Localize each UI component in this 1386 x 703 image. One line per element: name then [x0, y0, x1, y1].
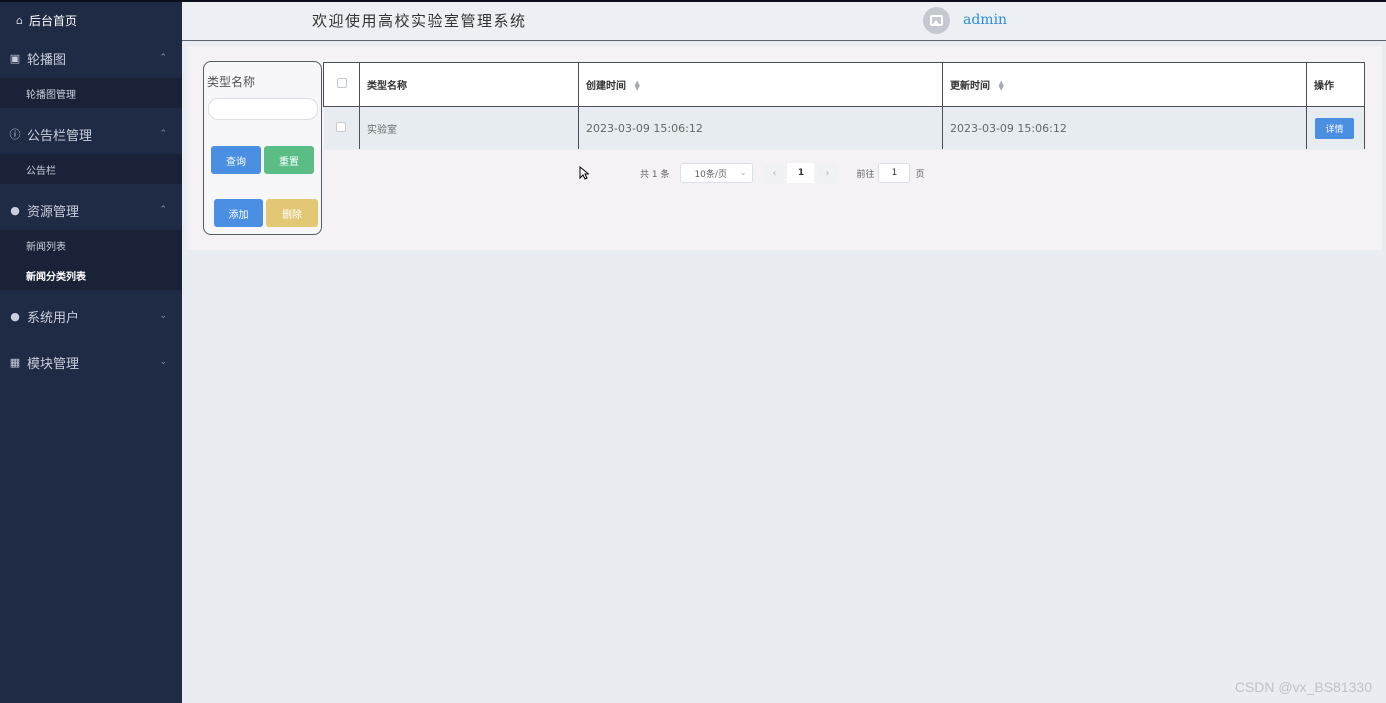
sidebar-item-label: 后台首页	[28, 13, 77, 28]
next-page-button[interactable]: ›	[817, 163, 838, 183]
search-input[interactable]	[208, 98, 318, 120]
chevron-up-icon: ⌃	[159, 129, 167, 139]
content-panel: 类型名称 查询 重置 添加 删除 类型名称 创建时间 ▲ ▼ 更新时间 ▲ ▼ …	[188, 46, 1382, 250]
sidebar: ⌂ 后台首页 ▣ 轮播图 ⌃ 轮播图管理 ⓘ 公告栏管理 ⌃ 公告栏 ● 资源管…	[0, 0, 182, 703]
table-row: 实验室 2023-03-09 15:06:12 2023-03-09 15:06…	[323, 106, 1365, 150]
page-unit-label: 页	[915, 169, 925, 180]
chevron-up-icon: ⌃	[159, 205, 167, 215]
sidebar-submenu: 轮播图管理	[0, 78, 182, 108]
row-checkbox[interactable]	[336, 121, 347, 132]
select-all-checkbox[interactable]	[336, 78, 347, 88]
top-header: 欢迎使用高校实验室管理系统 admin	[182, 0, 1386, 41]
goto-page-input[interactable]: 1	[878, 163, 911, 183]
chevron-down-icon: ⌄	[159, 311, 167, 321]
home-icon: ⌂	[16, 13, 23, 27]
sidebar-submenu: 公告栏	[0, 154, 182, 184]
reset-button[interactable]: 重置	[264, 146, 314, 174]
picture-icon: ▣	[9, 51, 21, 65]
query-button[interactable]: 查询	[211, 146, 261, 174]
detail-button[interactable]: 详情	[1315, 117, 1354, 139]
pagination: 共 1 条 10条/页 ⌄ ‹ 1 › 前往 1 页	[640, 163, 924, 183]
search-form: 类型名称 查询 重置 添加 删除	[203, 61, 322, 235]
sidebar-submenu: 新闻列表 新闻分类列表	[0, 230, 182, 290]
select-all-cell	[323, 62, 360, 107]
sort-icon[interactable]: ▲ ▼	[998, 80, 1003, 92]
column-header[interactable]: 创建时间 ▲ ▼	[578, 62, 943, 107]
cell-updated: 2023-03-09 15:06:12	[942, 106, 1307, 150]
table-header-row: 类型名称 创建时间 ▲ ▼ 更新时间 ▲ ▼ 操作	[323, 62, 1365, 107]
cell-created: 2023-03-09 15:06:12	[578, 106, 943, 150]
watermark: CSDN @vx_BS81330	[1234, 679, 1372, 695]
sidebar-item-home[interactable]: ⌂ 后台首页	[0, 2, 182, 38]
sidebar-group-resources[interactable]: ● 资源管理 ⌃	[0, 190, 182, 230]
grid-icon: ▦	[9, 355, 21, 369]
chevron-up-icon: ⌃	[159, 53, 167, 63]
sidebar-group-notice[interactable]: ⓘ 公告栏管理 ⌃	[0, 114, 182, 154]
sort-icon[interactable]: ▲ ▼	[634, 80, 639, 92]
sidebar-item-news-list[interactable]: 新闻列表	[0, 230, 182, 260]
cell-actions: 详情	[1306, 106, 1365, 150]
sidebar-group-label: 资源管理	[27, 204, 80, 220]
chevron-down-icon: ⌄	[739, 168, 747, 177]
sidebar-group-users[interactable]: ● 系统用户 ⌄	[0, 296, 182, 336]
row-select-cell	[323, 106, 360, 150]
chevron-down-icon: ⌄	[159, 357, 167, 367]
goto-label: 前往	[856, 169, 875, 180]
user-icon: ●	[10, 309, 20, 323]
sidebar-group-label: 系统用户	[27, 310, 80, 326]
prev-page-button[interactable]: ‹	[764, 163, 785, 183]
sidebar-group-carousel[interactable]: ▣ 轮播图 ⌃	[0, 38, 182, 78]
info-icon: ⓘ	[9, 128, 21, 141]
mouse-cursor-icon	[579, 166, 589, 180]
username[interactable]: admin	[963, 12, 1007, 28]
page-title: 欢迎使用高校实验室管理系统	[312, 12, 527, 30]
delete-button[interactable]: 删除	[266, 199, 318, 227]
sidebar-item-notice[interactable]: 公告栏	[0, 154, 182, 184]
sidebar-group-modules[interactable]: ▦ 模块管理 ⌄	[0, 342, 182, 382]
sidebar-item-carousel-manage[interactable]: 轮播图管理	[0, 78, 182, 108]
column-header[interactable]: 更新时间 ▲ ▼	[942, 62, 1307, 107]
sidebar-group-label: 模块管理	[27, 356, 80, 372]
column-header: 类型名称	[359, 62, 579, 107]
page-number[interactable]: 1	[787, 163, 815, 183]
lightbulb-icon: ●	[10, 203, 20, 217]
add-button[interactable]: 添加	[214, 199, 263, 227]
page-size-select[interactable]: 10条/页 ⌄	[680, 163, 754, 183]
image-icon	[930, 15, 943, 26]
cell-type-name: 实验室	[359, 106, 579, 150]
data-table: 类型名称 创建时间 ▲ ▼ 更新时间 ▲ ▼ 操作 实验室 2023-03-09 1…	[323, 62, 1365, 150]
pagination-total: 共 1 条	[640, 169, 670, 180]
sidebar-group-label: 公告栏管理	[27, 128, 93, 144]
search-label: 类型名称	[207, 75, 256, 89]
sidebar-group-label: 轮播图	[27, 52, 67, 68]
sidebar-item-news-category-list[interactable]: 新闻分类列表	[0, 260, 182, 290]
avatar[interactable]	[923, 7, 950, 34]
column-header: 操作	[1306, 62, 1365, 107]
